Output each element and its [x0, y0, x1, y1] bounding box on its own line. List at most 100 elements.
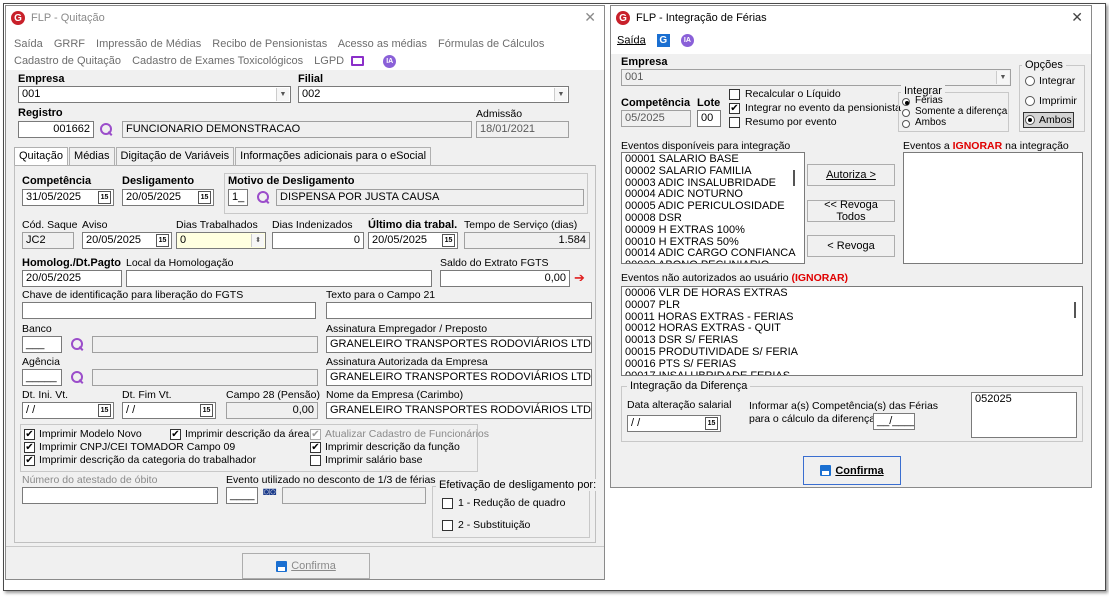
dt-ini-input[interactable]: / /15	[22, 402, 114, 419]
revoga-button[interactable]: < Revoga	[807, 235, 895, 257]
tab-quitacao[interactable]: Quitação	[14, 147, 69, 166]
revoga-todos-button[interactable]: << Revoga Todos	[807, 199, 895, 223]
obito-input[interactable]	[22, 487, 218, 504]
filial-select[interactable]: 002 ▼	[298, 86, 569, 103]
chevron-down-icon[interactable]: ▼	[996, 71, 1009, 84]
ia-icon[interactable]: IA	[680, 34, 694, 47]
ia-icon[interactable]: IA	[383, 54, 397, 68]
menu-formulas[interactable]: Fórmulas de Cálculos	[438, 38, 544, 50]
search-icon[interactable]	[99, 122, 113, 136]
tab-medias[interactable]: Médias	[69, 147, 115, 165]
g-icon[interactable]: G	[656, 34, 670, 47]
desligamento-input[interactable]: 20/05/2025 15	[122, 189, 214, 206]
calendar-icon[interactable]: 15	[200, 404, 213, 417]
agencia-input[interactable]: _____	[22, 369, 62, 386]
registro-input[interactable]: 001662	[18, 121, 94, 138]
checkbox-categoria[interactable]: ✔	[24, 455, 35, 466]
radio-integrar-ambos[interactable]	[902, 120, 910, 128]
calendar-icon[interactable]: 15	[98, 191, 111, 204]
list-item[interactable]: 00006 VLR DE HORAS EXTRAS	[625, 287, 1079, 300]
monitor-icon[interactable]	[351, 56, 365, 67]
autoriza-button[interactable]: Autoriza >	[807, 164, 895, 186]
search-icon[interactable]	[256, 190, 270, 204]
checkbox-cnpj[interactable]: ✔	[24, 442, 35, 453]
homolog-input[interactable]: 20/05/2025	[22, 270, 122, 287]
dt-fim-input[interactable]: / /15	[122, 402, 216, 419]
competencia-input[interactable]: 31/05/2025 15	[22, 189, 114, 206]
radio-imprimir[interactable]	[1025, 96, 1035, 106]
informar-input[interactable]: __/____	[873, 413, 915, 430]
evento-input[interactable]: ____	[226, 487, 258, 504]
dias-inden-input[interactable]: 0	[272, 232, 364, 249]
menu-acesso-medias[interactable]: Acesso as médias	[338, 38, 427, 50]
binoculars-icon[interactable]: ◙◙	[263, 486, 276, 498]
search-icon[interactable]	[70, 370, 84, 384]
menu-saida[interactable]: Saída	[14, 38, 43, 50]
banco-input[interactable]: ___	[22, 336, 62, 353]
chevron-down-icon[interactable]: ▼	[554, 88, 567, 101]
checkbox-desc-area[interactable]: ✔	[170, 429, 181, 440]
chevron-down-icon[interactable]: ▼	[276, 88, 289, 101]
menu-impressao-medias[interactable]: Impressão de Médias	[96, 38, 201, 50]
arrow-right-icon[interactable]: ➔	[574, 270, 585, 286]
menu-saida[interactable]: Saída	[617, 34, 646, 46]
radio-integrar[interactable]	[1025, 76, 1035, 86]
list-item[interactable]: 00017 INSALUBRIDADE FERIAS	[625, 370, 1079, 375]
assin-emp-input[interactable]: GRANELEIRO TRANSPORTES RODOVIÁRIOS LTDA	[326, 336, 592, 353]
search-icon[interactable]	[70, 337, 84, 351]
checkbox-desc-funcao[interactable]: ✔	[310, 442, 321, 453]
nao-autorizados-list[interactable]: 00006 VLR DE HORAS EXTRAS 00007 PLR 00011 …	[621, 286, 1083, 376]
tab-digitacao[interactable]: Digitação de Variáveis	[115, 147, 235, 165]
ultimo-dia-input[interactable]: 20/05/2025 15	[368, 232, 458, 249]
checkbox-substituicao[interactable]	[442, 520, 453, 531]
confirma-button[interactable]: Confirma	[803, 456, 901, 485]
list-item[interactable]: 00022 ABONO PECUNIARIO	[625, 259, 801, 263]
list-item[interactable]: 00007 PLR	[625, 299, 1079, 312]
texto21-input[interactable]	[326, 302, 592, 319]
calendar-icon[interactable]: 15	[156, 234, 169, 247]
close-icon[interactable]: ✕	[1071, 9, 1083, 26]
scrollbar-thumb[interactable]	[1074, 302, 1076, 318]
menu-recibo-pensionistas[interactable]: Recibo de Pensionistas	[212, 38, 327, 50]
tab-esocial[interactable]: Informações adicionais para o eSocial	[235, 147, 432, 165]
checkbox-recalcular[interactable]	[729, 89, 740, 100]
local-homolog-input[interactable]	[126, 270, 432, 287]
radio-somente-diferenca[interactable]	[902, 109, 910, 117]
checkbox-salario-base[interactable]	[310, 455, 321, 466]
list-item[interactable]: 00008 DSR	[625, 212, 801, 225]
chave-input[interactable]	[22, 302, 316, 319]
motivo-code-input[interactable]: 1_	[228, 189, 248, 206]
list-item[interactable]: 00009 H EXTRAS 100%	[625, 224, 801, 237]
spinner-icon[interactable]: ⬍	[251, 234, 264, 247]
checkbox-integrar-pensionista[interactable]: ✔	[729, 103, 740, 114]
calendar-icon[interactable]: 15	[442, 234, 455, 247]
list-item[interactable]: 00002 SALARIO FAMILIA	[625, 165, 801, 178]
competencias-list[interactable]: 052025	[971, 392, 1077, 438]
menu-cadastro-quitacao[interactable]: Cadastro de Quitação	[14, 55, 121, 67]
empresa-select[interactable]: 001 ▼	[18, 86, 291, 103]
aviso-input[interactable]: 20/05/2025 15	[82, 232, 172, 249]
radio-ambos[interactable]	[1025, 115, 1035, 125]
list-item[interactable]: 00016 PTS S/ FERIAS	[625, 358, 1079, 371]
dias-trab-input[interactable]: 0 ⬍	[176, 232, 266, 249]
list-item[interactable]: 00015 PRODUTIVIDADE S/ FERIA	[625, 346, 1079, 359]
data-alt-input[interactable]: / /15	[627, 415, 721, 432]
radio-ferias[interactable]	[902, 98, 910, 106]
checkbox-reducao-quadro[interactable]	[442, 498, 453, 509]
calendar-icon[interactable]: 15	[705, 417, 718, 430]
scrollbar-thumb[interactable]	[793, 170, 795, 186]
menu-cadastro-exames[interactable]: Cadastro de Exames Toxicológicos	[132, 55, 303, 67]
checkbox-resumo[interactable]	[729, 117, 740, 128]
saldo-fgts-input[interactable]: 0,00	[440, 270, 570, 287]
competencia-input[interactable]: 05/2025	[621, 110, 691, 127]
close-icon[interactable]: ✕	[584, 9, 596, 26]
empresa-select[interactable]: 001 ▼	[621, 69, 1011, 86]
calendar-icon[interactable]: 15	[98, 404, 111, 417]
lote-input[interactable]: 00	[697, 110, 721, 127]
disponiveis-list[interactable]: 00001 SALARIO BASE 00002 SALARIO FAMILIA 0…	[621, 152, 805, 264]
checkbox-modelo-novo[interactable]: ✔	[24, 429, 35, 440]
nome-emp-input[interactable]: GRANELEIRO TRANSPORTES RODOVIÁRIOS LTDA	[326, 402, 592, 419]
menu-lgpd[interactable]: LGPD	[314, 55, 344, 67]
confirma-button[interactable]: Confirma	[242, 553, 370, 579]
ignorar-list[interactable]	[903, 152, 1083, 264]
